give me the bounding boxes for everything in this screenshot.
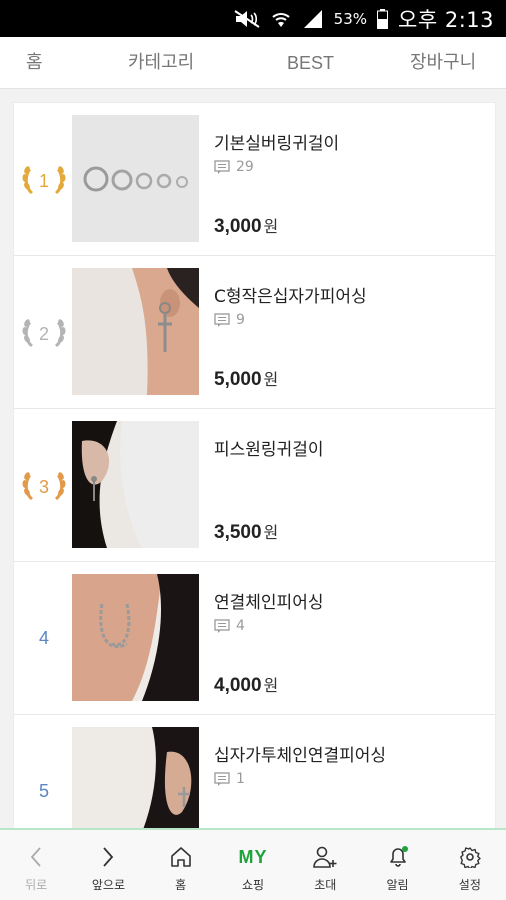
comment-count: 9 xyxy=(214,312,245,328)
product-item[interactable]: 5 십자가투체인연결피어싱 1 xyxy=(14,715,495,829)
rank-label: 4 xyxy=(18,562,70,715)
product-image xyxy=(72,574,199,701)
mute-icon xyxy=(234,8,260,30)
home-icon xyxy=(170,844,192,870)
comment-icon xyxy=(214,160,230,174)
rank-badge-bronze: 3 xyxy=(18,409,70,562)
nav-home-button[interactable]: 홈 xyxy=(145,830,217,900)
comment-icon xyxy=(214,772,230,786)
product-price: 5,000 원 xyxy=(214,366,278,391)
comment-count: 1 xyxy=(214,771,245,787)
rank-number: 2 xyxy=(39,324,49,344)
signal-icon xyxy=(302,8,324,30)
nav-invite-label: 초대 xyxy=(314,878,337,892)
comment-count: 29 xyxy=(214,159,254,175)
battery-icon xyxy=(377,8,389,30)
product-name[interactable]: 십자가투체인연결피어싱 xyxy=(214,741,386,766)
nav-back-button[interactable]: 뒤로 xyxy=(0,830,72,900)
nav-alarm-label: 알림 xyxy=(386,878,409,892)
currency-label: 원 xyxy=(263,217,279,236)
tab-cart[interactable]: 장바구니 xyxy=(410,37,476,89)
rank-badge-silver: 2 xyxy=(18,256,70,409)
tab-home[interactable]: 홈 xyxy=(26,37,43,89)
product-name[interactable]: 기본실버링귀걸이 xyxy=(214,129,339,154)
rank-number: 1 xyxy=(39,171,49,191)
product-image xyxy=(72,115,199,242)
product-name[interactable]: C형작은십자가피어싱 xyxy=(214,282,367,307)
comment-icon xyxy=(214,619,230,633)
product-item[interactable]: 2 C형작은십자가피어싱 9 5,000 원 xyxy=(14,256,495,409)
gear-icon xyxy=(459,844,481,870)
nav-shopping-button[interactable]: MY 쇼핑 xyxy=(217,830,289,900)
comment-count-value: 4 xyxy=(236,618,245,634)
comment-icon xyxy=(214,313,230,327)
comment-count: 4 xyxy=(214,618,245,634)
product-price: 3,500 원 xyxy=(214,519,278,544)
tab-best[interactable]: BEST xyxy=(287,37,334,89)
nav-home-label: 홈 xyxy=(175,878,187,892)
rank-number: 5 xyxy=(38,781,49,801)
product-image xyxy=(72,421,199,548)
price-value: 3,000 xyxy=(214,216,262,237)
product-image xyxy=(72,727,199,829)
rank-number: 4 xyxy=(38,628,49,648)
product-name[interactable]: 피스원링귀걸이 xyxy=(214,435,323,460)
battery-percent: 53% xyxy=(333,9,368,28)
best-product-list: 1 기본실버링귀걸이 29 3,000 원 2 C형작은십자가피어싱 9 5,0… xyxy=(13,102,496,830)
rank-badge-gold: 1 xyxy=(18,103,70,256)
currency-label: 원 xyxy=(263,370,279,389)
nav-invite-button[interactable]: 초대 xyxy=(289,830,361,900)
add-user-icon xyxy=(312,844,338,870)
product-image xyxy=(72,268,199,395)
rank-label: 5 xyxy=(18,715,70,829)
currency-label: 원 xyxy=(263,523,279,542)
bottom-nav: 뒤로 앞으로 홈 MY 쇼핑 초대 알림 설정 xyxy=(0,828,506,900)
product-item[interactable]: 1 기본실버링귀걸이 29 3,000 원 xyxy=(14,103,495,256)
rank-number: 3 xyxy=(39,477,49,497)
product-item[interactable]: 4 연결체인피어싱 4 4,000 원 xyxy=(14,562,495,715)
nav-forward-button[interactable]: 앞으로 xyxy=(72,830,144,900)
comment-count-value: 1 xyxy=(236,771,245,787)
chevron-left-icon xyxy=(29,844,43,870)
nav-shopping-label: 쇼핑 xyxy=(241,878,265,892)
my-icon-text: MY xyxy=(238,846,268,867)
nav-back-label: 뒤로 xyxy=(25,878,48,892)
product-name[interactable]: 연결체인피어싱 xyxy=(214,588,323,613)
nav-alarm-button[interactable]: 알림 xyxy=(361,830,433,900)
nav-forward-label: 앞으로 xyxy=(91,878,125,892)
price-value: 5,000 xyxy=(214,369,262,390)
price-value: 4,000 xyxy=(214,675,262,696)
status-bar: 53% 오후 2:13 xyxy=(0,0,506,37)
nav-settings-label: 설정 xyxy=(458,878,481,892)
comment-count-value: 29 xyxy=(236,159,254,175)
bell-icon xyxy=(386,844,410,870)
product-item[interactable]: 3 피스원링귀걸이 3,500 원 xyxy=(14,409,495,562)
my-shopping-icon: MY xyxy=(238,844,267,870)
product-price: 4,000 원 xyxy=(214,672,278,697)
product-price: 3,000 원 xyxy=(214,213,278,238)
top-tabs: 홈 카테고리 BEST 장바구니 xyxy=(0,37,506,89)
wifi-icon xyxy=(270,8,292,30)
clock: 오후 2:13 xyxy=(398,7,494,32)
chevron-right-icon xyxy=(101,844,115,870)
currency-label: 원 xyxy=(263,676,279,695)
nav-settings-button[interactable]: 설정 xyxy=(434,830,506,900)
comment-count-value: 9 xyxy=(236,312,245,328)
price-value: 3,500 xyxy=(214,522,262,543)
tab-category[interactable]: 카테고리 xyxy=(128,37,194,89)
